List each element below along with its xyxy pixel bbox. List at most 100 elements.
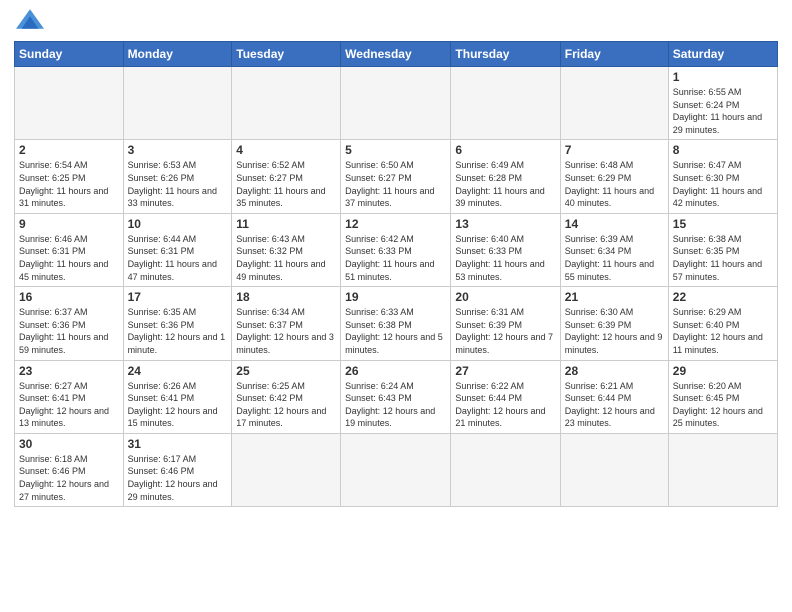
- calendar-cell: 1Sunrise: 6:55 AM Sunset: 6:24 PM Daylig…: [668, 67, 777, 140]
- calendar-cell: 3 Sunrise: 6:53 AM Sunset: 6:26 PM Daylig…: [123, 140, 232, 213]
- calendar-cell: 12 Sunrise: 6:42 AM Sunset: 6:33 PM Dayli…: [341, 213, 451, 286]
- calendar-cell: 21 Sunrise: 6:30 AM Sunset: 6:39 PM Dayli…: [560, 287, 668, 360]
- day-info: Sunrise: 6:46 AM Sunset: 6:31 PM Dayligh…: [19, 233, 119, 283]
- day-number: 21: [565, 290, 664, 304]
- day-info: Sunrise: 6:55 AM Sunset: 6:24 PM Dayligh…: [673, 86, 773, 136]
- calendar-cell: [451, 67, 560, 140]
- calendar-cell: [232, 67, 341, 140]
- weekday-header-saturday: Saturday: [668, 42, 777, 67]
- day-number: 24: [128, 364, 228, 378]
- day-info: Sunrise: 6:38 AM Sunset: 6:35 PM Dayligh…: [673, 233, 773, 283]
- calendar-cell: 22Sunrise: 6:29 AM Sunset: 6:40 PM Dayli…: [668, 287, 777, 360]
- calendar-cell: 13 Sunrise: 6:40 AM Sunset: 6:33 PM Dayli…: [451, 213, 560, 286]
- day-number: 11: [236, 217, 336, 231]
- logo: [14, 10, 44, 35]
- day-number: 13: [455, 217, 555, 231]
- day-info: Sunrise: 6:52 AM Sunset: 6:27 PM Dayligh…: [236, 159, 336, 209]
- weekday-header-wednesday: Wednesday: [341, 42, 451, 67]
- calendar-cell: 6 Sunrise: 6:49 AM Sunset: 6:28 PM Daylig…: [451, 140, 560, 213]
- day-number: 18: [236, 290, 336, 304]
- calendar-cell: [123, 67, 232, 140]
- week-row-2: 2Sunrise: 6:54 AM Sunset: 6:25 PM Daylig…: [15, 140, 778, 213]
- day-number: 19: [345, 290, 446, 304]
- day-info: Sunrise: 6:30 AM Sunset: 6:39 PM Dayligh…: [565, 306, 664, 356]
- calendar-cell: 10 Sunrise: 6:44 AM Sunset: 6:31 PM Dayli…: [123, 213, 232, 286]
- day-number: 31: [128, 437, 228, 451]
- calendar-cell: 29 Sunrise: 6:20 AM Sunset: 6:45 PM Dayli…: [668, 360, 777, 433]
- calendar-cell: 5 Sunrise: 6:50 AM Sunset: 6:27 PM Daylig…: [341, 140, 451, 213]
- day-info: Sunrise: 6:43 AM Sunset: 6:32 PM Dayligh…: [236, 233, 336, 283]
- day-number: 29: [673, 364, 773, 378]
- day-info: Sunrise: 6:44 AM Sunset: 6:31 PM Dayligh…: [128, 233, 228, 283]
- day-number: 30: [19, 437, 119, 451]
- day-number: 6: [455, 143, 555, 157]
- day-info: Sunrise: 6:42 AM Sunset: 6:33 PM Dayligh…: [345, 233, 446, 283]
- calendar-cell: 2Sunrise: 6:54 AM Sunset: 6:25 PM Daylig…: [15, 140, 124, 213]
- week-row-4: 16Sunrise: 6:37 AM Sunset: 6:36 PM Dayli…: [15, 287, 778, 360]
- calendar-cell: [232, 433, 341, 506]
- day-info: Sunrise: 6:21 AM Sunset: 6:44 PM Dayligh…: [565, 380, 664, 430]
- calendar-cell: 9 Sunrise: 6:46 AM Sunset: 6:31 PM Daylig…: [15, 213, 124, 286]
- day-number: 3: [128, 143, 228, 157]
- week-row-3: 9 Sunrise: 6:46 AM Sunset: 6:31 PM Daylig…: [15, 213, 778, 286]
- day-info: Sunrise: 6:24 AM Sunset: 6:43 PM Dayligh…: [345, 380, 446, 430]
- day-number: 12: [345, 217, 446, 231]
- day-info: Sunrise: 6:25 AM Sunset: 6:42 PM Dayligh…: [236, 380, 336, 430]
- day-info: Sunrise: 6:39 AM Sunset: 6:34 PM Dayligh…: [565, 233, 664, 283]
- day-info: Sunrise: 6:17 AM Sunset: 6:46 PM Dayligh…: [128, 453, 228, 503]
- day-info: Sunrise: 6:40 AM Sunset: 6:33 PM Dayligh…: [455, 233, 555, 283]
- day-info: Sunrise: 6:22 AM Sunset: 6:44 PM Dayligh…: [455, 380, 555, 430]
- day-info: Sunrise: 6:33 AM Sunset: 6:38 PM Dayligh…: [345, 306, 446, 356]
- day-info: Sunrise: 6:53 AM Sunset: 6:26 PM Dayligh…: [128, 159, 228, 209]
- calendar-cell: [451, 433, 560, 506]
- weekday-header-monday: Monday: [123, 42, 232, 67]
- day-number: 9: [19, 217, 119, 231]
- weekday-header-tuesday: Tuesday: [232, 42, 341, 67]
- day-number: 22: [673, 290, 773, 304]
- calendar-cell: 11 Sunrise: 6:43 AM Sunset: 6:32 PM Dayli…: [232, 213, 341, 286]
- page: SundayMondayTuesdayWednesdayThursdayFrid…: [0, 0, 792, 612]
- day-info: Sunrise: 6:34 AM Sunset: 6:37 PM Dayligh…: [236, 306, 336, 356]
- calendar-cell: 31 Sunrise: 6:17 AM Sunset: 6:46 PM Dayli…: [123, 433, 232, 506]
- day-info: Sunrise: 6:37 AM Sunset: 6:36 PM Dayligh…: [19, 306, 119, 356]
- day-number: 15: [673, 217, 773, 231]
- day-info: Sunrise: 6:50 AM Sunset: 6:27 PM Dayligh…: [345, 159, 446, 209]
- day-info: Sunrise: 6:47 AM Sunset: 6:30 PM Dayligh…: [673, 159, 773, 209]
- day-number: 7: [565, 143, 664, 157]
- day-number: 8: [673, 143, 773, 157]
- calendar-cell: 16Sunrise: 6:37 AM Sunset: 6:36 PM Dayli…: [15, 287, 124, 360]
- day-number: 4: [236, 143, 336, 157]
- calendar-cell: 14Sunrise: 6:39 AM Sunset: 6:34 PM Dayli…: [560, 213, 668, 286]
- calendar-cell: 27 Sunrise: 6:22 AM Sunset: 6:44 PM Dayli…: [451, 360, 560, 433]
- weekday-header-friday: Friday: [560, 42, 668, 67]
- day-number: 2: [19, 143, 119, 157]
- day-info: Sunrise: 6:31 AM Sunset: 6:39 PM Dayligh…: [455, 306, 555, 356]
- weekday-header-sunday: Sunday: [15, 42, 124, 67]
- day-info: Sunrise: 6:48 AM Sunset: 6:29 PM Dayligh…: [565, 159, 664, 209]
- calendar-cell: [341, 67, 451, 140]
- week-row-6: 30 Sunrise: 6:18 AM Sunset: 6:46 PM Dayli…: [15, 433, 778, 506]
- week-row-5: 23Sunrise: 6:27 AM Sunset: 6:41 PM Dayli…: [15, 360, 778, 433]
- day-info: Sunrise: 6:26 AM Sunset: 6:41 PM Dayligh…: [128, 380, 228, 430]
- calendar-cell: [341, 433, 451, 506]
- day-number: 5: [345, 143, 446, 157]
- calendar-cell: 26Sunrise: 6:24 AM Sunset: 6:43 PM Dayli…: [341, 360, 451, 433]
- day-number: 23: [19, 364, 119, 378]
- weekday-header-row: SundayMondayTuesdayWednesdayThursdayFrid…: [15, 42, 778, 67]
- calendar-cell: 28 Sunrise: 6:21 AM Sunset: 6:44 PM Dayli…: [560, 360, 668, 433]
- day-number: 27: [455, 364, 555, 378]
- day-number: 28: [565, 364, 664, 378]
- calendar-cell: 30 Sunrise: 6:18 AM Sunset: 6:46 PM Dayli…: [15, 433, 124, 506]
- day-info: Sunrise: 6:18 AM Sunset: 6:46 PM Dayligh…: [19, 453, 119, 503]
- day-number: 10: [128, 217, 228, 231]
- day-info: Sunrise: 6:49 AM Sunset: 6:28 PM Dayligh…: [455, 159, 555, 209]
- calendar-cell: 7 Sunrise: 6:48 AM Sunset: 6:29 PM Daylig…: [560, 140, 668, 213]
- day-info: Sunrise: 6:35 AM Sunset: 6:36 PM Dayligh…: [128, 306, 228, 356]
- day-number: 20: [455, 290, 555, 304]
- weekday-header-thursday: Thursday: [451, 42, 560, 67]
- day-info: Sunrise: 6:20 AM Sunset: 6:45 PM Dayligh…: [673, 380, 773, 430]
- calendar-cell: [15, 67, 124, 140]
- header: [14, 10, 778, 35]
- calendar-cell: 15 Sunrise: 6:38 AM Sunset: 6:35 PM Dayli…: [668, 213, 777, 286]
- calendar-cell: [560, 433, 668, 506]
